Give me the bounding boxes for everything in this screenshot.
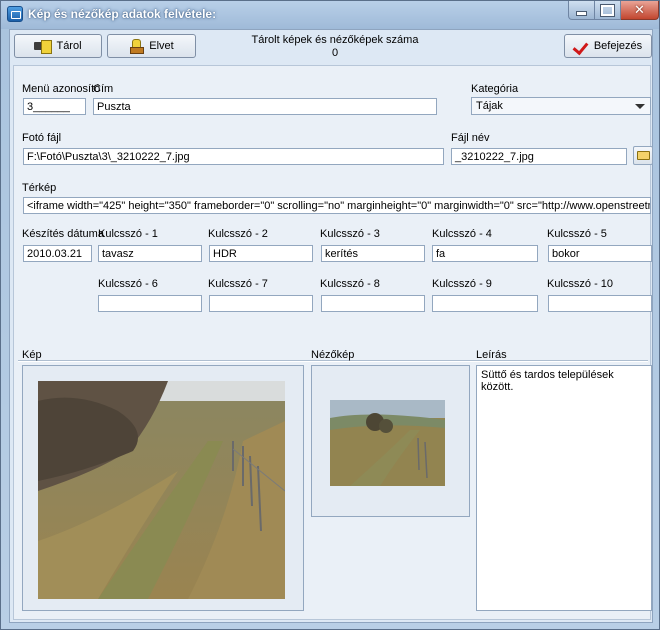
landscape-thumbnail bbox=[330, 400, 445, 486]
finish-button-label: Befejezés bbox=[593, 40, 643, 52]
check-icon bbox=[574, 39, 588, 53]
browse-folder-button[interactable] bbox=[633, 146, 653, 165]
keyword-3-input[interactable]: kerítés bbox=[321, 245, 425, 262]
keyword-9-label: Kulcsszó - 9 bbox=[432, 278, 492, 290]
undo-icon bbox=[129, 39, 145, 54]
undo-button-label: Elvet bbox=[149, 40, 174, 52]
save-button-label: Tárol bbox=[56, 40, 82, 52]
client-area: Tárol Elvet Tárolt képek és nézőképek sz… bbox=[9, 29, 653, 623]
category-select[interactable]: Tájak bbox=[471, 97, 651, 115]
keyword-5-label: Kulcsszó - 5 bbox=[547, 228, 607, 240]
category-select-value: Tájak bbox=[476, 100, 503, 112]
keyword-6-input[interactable] bbox=[98, 295, 202, 312]
photo-file-input[interactable]: F:\Fotó\Puszta\3\_3210222_7.jpg bbox=[23, 148, 444, 165]
description-textarea[interactable]: Süttő és tardos települések között. bbox=[476, 365, 652, 611]
keyword-3-label: Kulcsszó - 3 bbox=[320, 228, 380, 240]
keyword-4-label: Kulcsszó - 4 bbox=[432, 228, 492, 240]
form-panel: Menü azonosító 3______ Cím Puszta Kategó… bbox=[13, 65, 653, 620]
file-name-label: Fájl név bbox=[451, 132, 490, 144]
app-window-icon bbox=[7, 6, 23, 22]
menu-id-input[interactable]: 3______ bbox=[23, 98, 86, 115]
keyword-6-label: Kulcsszó - 6 bbox=[98, 278, 158, 290]
keyword-10-input[interactable] bbox=[548, 295, 652, 312]
keyword-2-label: Kulcsszó - 2 bbox=[208, 228, 268, 240]
main-photo bbox=[38, 381, 285, 599]
close-button[interactable]: ✕ bbox=[621, 1, 659, 20]
save-icon bbox=[34, 40, 53, 54]
close-icon: ✕ bbox=[634, 2, 645, 17]
thumbnail-frame bbox=[311, 365, 470, 517]
maximize-button[interactable] bbox=[595, 1, 621, 20]
date-input[interactable]: 2010.03.21 bbox=[23, 245, 92, 262]
category-label: Kategória bbox=[471, 83, 519, 95]
thumbnail-label: Nézőkép bbox=[311, 349, 355, 361]
date-label: Készítés dátuma bbox=[22, 228, 104, 240]
keyword-8-label: Kulcsszó - 8 bbox=[320, 278, 380, 290]
keyword-7-label: Kulcsszó - 7 bbox=[208, 278, 268, 290]
file-name-input[interactable]: _3210222_7.jpg bbox=[451, 148, 627, 165]
landscape-photo bbox=[38, 381, 285, 599]
stored-count-title: Tárolt képek és nézőképek száma bbox=[251, 34, 419, 46]
stored-count-box: Tárolt képek és nézőképek száma 0 bbox=[250, 34, 420, 60]
keyword-7-input[interactable] bbox=[209, 295, 313, 312]
folder-open-icon bbox=[637, 151, 650, 160]
finish-button[interactable]: Befejezés bbox=[564, 34, 652, 58]
menu-id-label: Menü azonosító bbox=[22, 83, 101, 95]
keyword-8-input[interactable] bbox=[321, 295, 425, 312]
keyword-4-input[interactable]: fa bbox=[432, 245, 538, 262]
map-input[interactable]: <iframe width="425" height="350" framebo… bbox=[23, 197, 651, 214]
undo-button[interactable]: Elvet bbox=[107, 34, 196, 58]
chevron-down-icon bbox=[635, 104, 645, 109]
title-bar: Kép és nézőkép adatok felvétele: ✕ bbox=[1, 1, 659, 29]
map-label: Térkép bbox=[22, 182, 57, 194]
app-window: Kép és nézőkép adatok felvétele: ✕ Tárol… bbox=[0, 0, 660, 630]
image-label: Kép bbox=[22, 349, 42, 361]
keyword-1-input[interactable]: tavasz bbox=[98, 245, 202, 262]
photo-file-label: Fotó fájl bbox=[22, 132, 62, 144]
thumbnail-photo bbox=[330, 400, 445, 486]
window-title: Kép és nézőkép adatok felvétele: bbox=[28, 7, 217, 21]
save-button[interactable]: Tárol bbox=[14, 34, 102, 58]
keyword-5-input[interactable]: bokor bbox=[548, 245, 652, 262]
stored-count-value: 0 bbox=[331, 47, 339, 59]
keyword-1-label: Kulcsszó - 1 bbox=[98, 228, 158, 240]
title-input[interactable]: Puszta bbox=[93, 98, 437, 115]
keyword-10-label: Kulcsszó - 10 bbox=[547, 278, 614, 290]
keyword-9-input[interactable] bbox=[432, 295, 538, 312]
title-label: Cím bbox=[93, 83, 114, 95]
keyword-2-input[interactable]: HDR bbox=[209, 245, 313, 262]
image-frame bbox=[22, 365, 304, 611]
description-label: Leírás bbox=[476, 349, 507, 361]
minimize-button[interactable] bbox=[568, 1, 595, 20]
